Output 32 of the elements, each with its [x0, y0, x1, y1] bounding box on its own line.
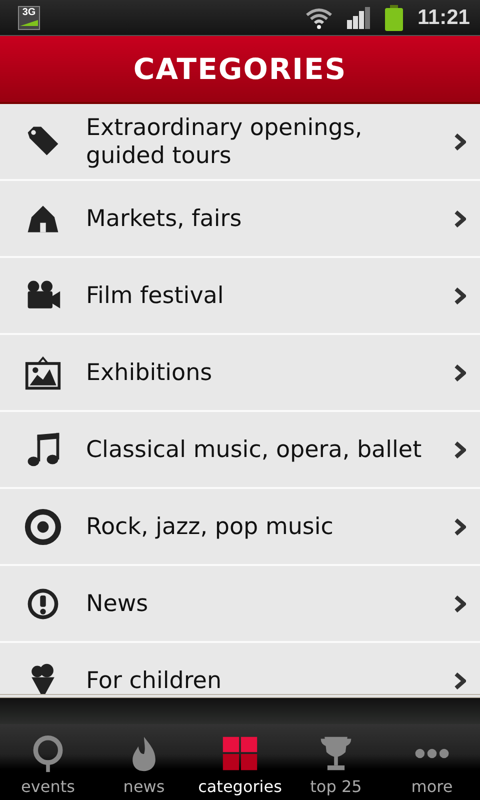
wifi-icon: [305, 6, 334, 28]
network-label: 3G: [22, 6, 36, 18]
category-label: News: [86, 590, 150, 618]
category-label: Exhibitions: [86, 358, 214, 386]
screen-title: CATEGORIES: [133, 52, 347, 86]
tab[interactable]: events: [0, 724, 96, 800]
category-label: Markets, fairs: [86, 204, 243, 232]
category-label: Classical music, opera, ballet: [86, 436, 423, 464]
chevron-icon: [454, 518, 466, 536]
chevron-icon: [454, 286, 466, 304]
chevron-icon: [454, 364, 466, 382]
category-label: Rock, jazz, pop music: [86, 512, 334, 540]
battery-icon: [385, 4, 404, 30]
chevron-icon: [454, 210, 466, 228]
chevron-icon: [454, 594, 466, 612]
category-label: Film festival: [86, 282, 225, 310]
tab[interactable]: top 25: [288, 724, 384, 800]
framed-picture-icon: [24, 354, 62, 392]
tab[interactable]: categories: [192, 724, 288, 800]
disc-icon: [24, 508, 62, 546]
category-label: Extraordinary openings, guided tours: [86, 114, 364, 170]
signal-icon: [347, 6, 372, 28]
clock: 11:21: [417, 6, 470, 30]
chevron-icon: [454, 132, 466, 150]
grid-icon: [221, 735, 259, 773]
signal-strength-icon: [20, 18, 38, 26]
tab[interactable]: more: [384, 724, 480, 800]
tab[interactable]: news: [96, 724, 192, 800]
chevron-icon: [454, 672, 466, 690]
chevron-icon: [454, 440, 466, 458]
category-label: For children: [86, 666, 223, 694]
more-icon: [413, 747, 451, 760]
